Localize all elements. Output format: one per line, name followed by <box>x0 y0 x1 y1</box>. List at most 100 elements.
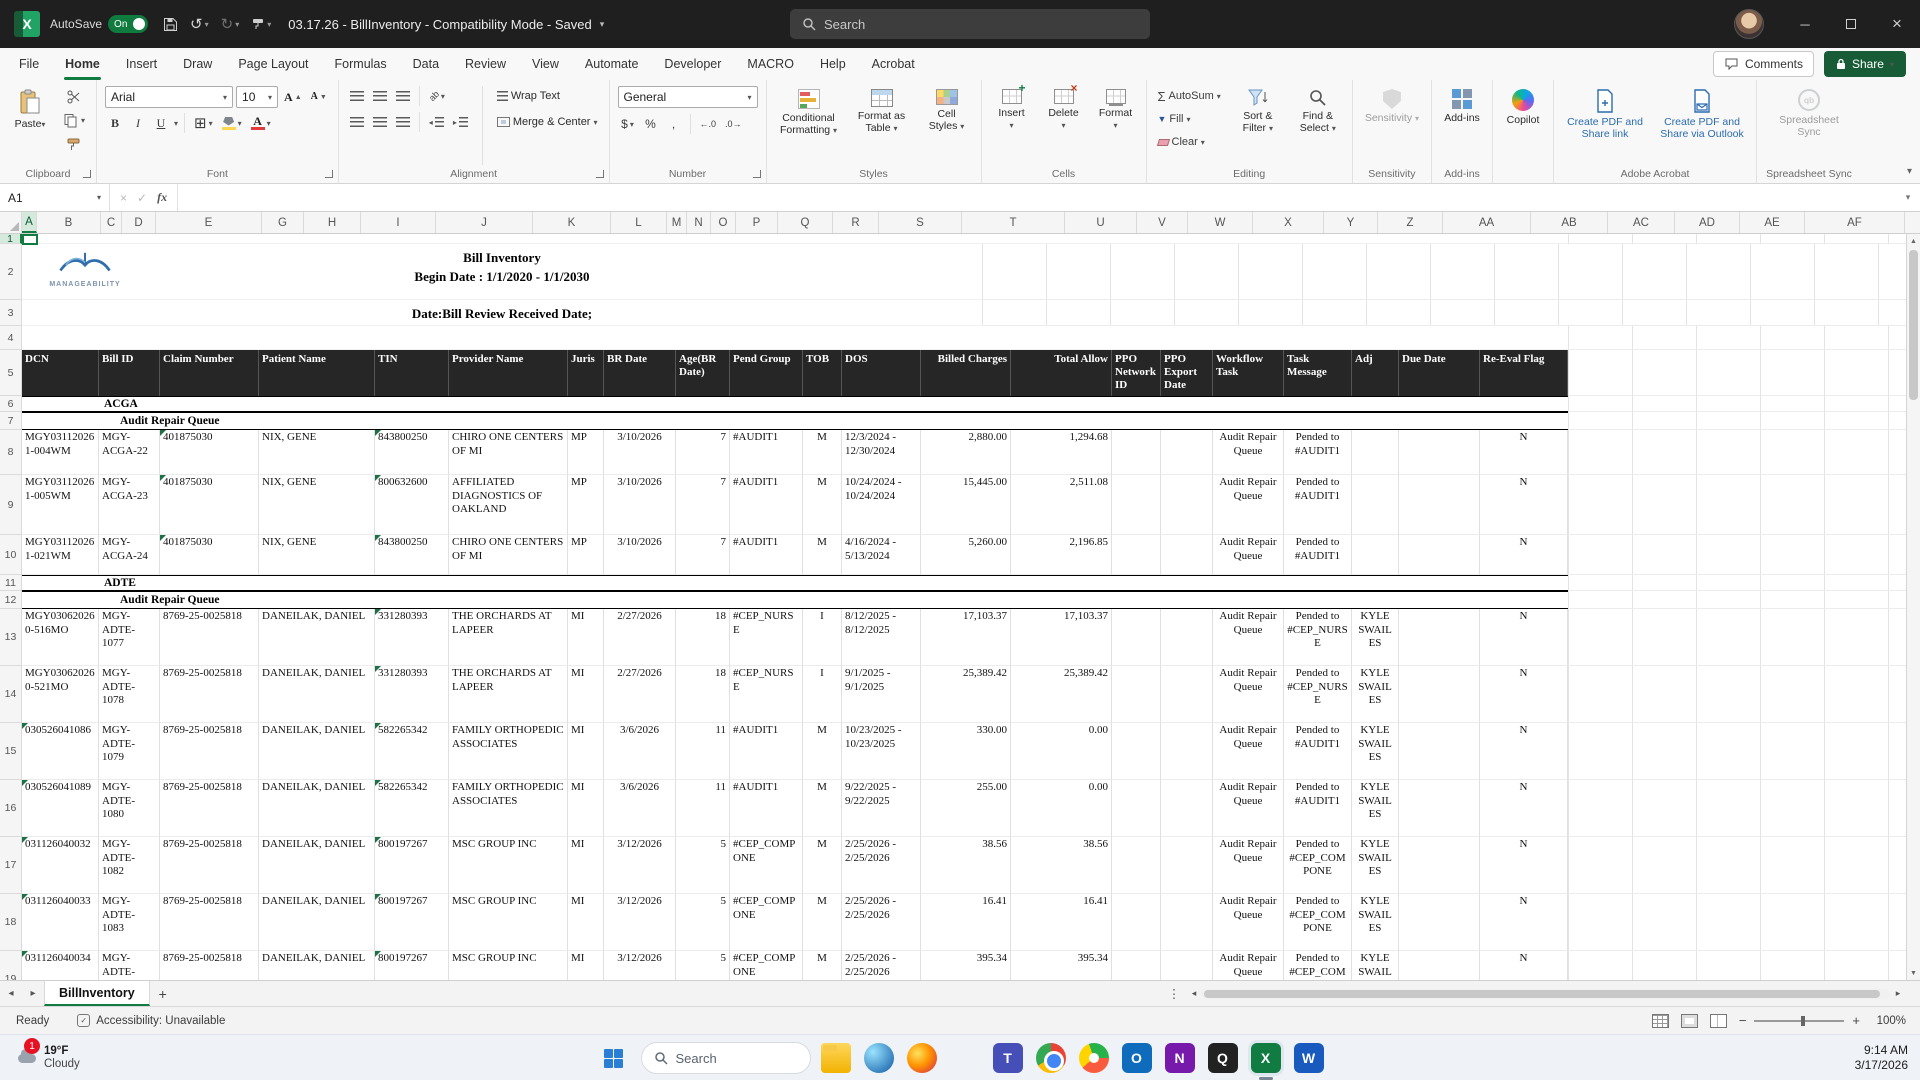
cell-billed[interactable]: 330.00 <box>921 723 1011 780</box>
cell-allow[interactable]: 395.34 <box>1011 951 1112 980</box>
redo-button[interactable]: ↻ ▾ <box>216 11 245 37</box>
cell-ppo_id[interactable] <box>1112 837 1161 894</box>
enter-formula-button[interactable]: ✓ <box>137 191 147 205</box>
decrease-font-button[interactable]: A ▼ <box>308 87 330 107</box>
cell-allow[interactable]: 38.56 <box>1011 837 1112 894</box>
cell-due[interactable] <box>1399 894 1480 951</box>
cell-tin[interactable]: 800197267 <box>375 837 449 894</box>
column-header-I[interactable]: I <box>361 212 436 233</box>
cell-task_msg[interactable]: Pended to #CEP_NURSE <box>1284 666 1352 723</box>
cell-due[interactable] <box>1399 780 1480 837</box>
fill-button[interactable]: ▼ Fill ▾ <box>1155 109 1224 129</box>
row-header-1[interactable]: 1 <box>0 234 22 245</box>
cell-dcn[interactable]: MGY031120261-021WM <box>22 535 99 575</box>
cell-allow[interactable]: 2,511.08 <box>1011 475 1112 535</box>
cell-juris[interactable]: MI <box>568 894 604 951</box>
cell-tin[interactable]: 843800250 <box>375 535 449 575</box>
header-cell-adj[interactable]: Adj <box>1352 350 1399 396</box>
scroll-right-arrow[interactable]: ▸ <box>1890 988 1906 999</box>
header-cell-reeval[interactable]: Re-Eval Flag <box>1480 350 1568 396</box>
column-header-AD[interactable]: AD <box>1675 212 1740 233</box>
cell-allow[interactable]: 17,103.37 <box>1011 609 1112 666</box>
cell-dcn[interactable]: 031126040034 <box>22 951 99 980</box>
wrap-text-button[interactable]: Wrap Text <box>494 86 601 106</box>
format-as-table-button[interactable]: Format as Table ▾ <box>851 86 913 138</box>
column-header-D[interactable]: D <box>122 212 156 233</box>
column-header-M[interactable]: M <box>667 212 687 233</box>
column-header-O[interactable]: O <box>711 212 736 233</box>
autosum-button[interactable]: Σ AutoSum ▾ <box>1155 86 1224 106</box>
tab-macro[interactable]: MACRO <box>734 48 807 80</box>
cell-ppo_date[interactable] <box>1161 894 1213 951</box>
header-cell-tob[interactable]: TOB <box>803 350 842 396</box>
cell-adj[interactable]: KYLE SWAILES <box>1352 609 1399 666</box>
cell-patient[interactable]: DANEILAK, DANIEL <box>259 951 375 980</box>
column-header-W[interactable]: W <box>1188 212 1253 233</box>
cell-ppo_date[interactable] <box>1161 951 1213 980</box>
format-painter-button[interactable] <box>60 134 88 154</box>
cell-dos[interactable]: 4/16/2024 - 5/13/2024 <box>842 535 921 575</box>
cell-claim[interactable]: 401875030 <box>160 475 259 535</box>
cell-reeval[interactable]: N <box>1480 609 1568 666</box>
find-select-button[interactable]: Find & Select ▾ <box>1292 86 1344 138</box>
row-header-10[interactable]: 10 <box>0 535 22 575</box>
cell-tin[interactable]: 331280393 <box>375 609 449 666</box>
cell-age[interactable]: 18 <box>676 609 730 666</box>
cell-claim[interactable]: 8769-25-0025818 <box>160 780 259 837</box>
cell-provider[interactable]: FAMILY ORTHOPEDIC ASSOCIATES <box>449 723 568 780</box>
cell-workflow[interactable]: Audit Repair Queue <box>1213 837 1284 894</box>
column-header-B[interactable]: B <box>37 212 101 233</box>
column-header-X[interactable]: X <box>1253 212 1324 233</box>
cell-provider[interactable]: THE ORCHARDS AT LAPEER <box>449 609 568 666</box>
cell-tin[interactable]: 582265342 <box>375 723 449 780</box>
create-pdf-share-link-button[interactable]: Create PDF and Share link <box>1562 86 1648 143</box>
cell-due[interactable] <box>1399 475 1480 535</box>
cell-task_msg[interactable]: Pended to #AUDIT1 <box>1284 535 1352 575</box>
cell-pend[interactable]: #CEP_COMPONE <box>730 894 803 951</box>
row-header-4[interactable]: 4 <box>0 326 22 350</box>
cell-workflow[interactable]: Audit Repair Queue <box>1213 723 1284 780</box>
cell-adj[interactable]: KYLE SWAILES <box>1352 666 1399 723</box>
cell-allow[interactable]: 1,294.68 <box>1011 430 1112 475</box>
cell-task_msg[interactable]: Pended to #AUDIT1 <box>1284 430 1352 475</box>
cell-bill_id[interactable]: MGY-ADTE-1078 <box>99 666 160 723</box>
quickbooks-icon[interactable] <box>1207 1043 1238 1073</box>
column-header-U[interactable]: U <box>1065 212 1137 233</box>
bold-button[interactable]: B <box>105 113 125 133</box>
cell-reeval[interactable]: N <box>1480 666 1568 723</box>
cell-ppo_id[interactable] <box>1112 951 1161 980</box>
cell-bill_id[interactable]: MGY-ADTE-1079 <box>99 723 160 780</box>
taskbar-search[interactable]: Search <box>640 1042 811 1074</box>
row-header-19[interactable]: 19 <box>0 951 22 980</box>
cell-age[interactable]: 18 <box>676 666 730 723</box>
align-left-button[interactable] <box>347 112 367 132</box>
vertical-scrollbar[interactable]: ▲ ▼ <box>1906 234 1920 980</box>
header-cell-patient[interactable]: Patient Name <box>259 350 375 396</box>
undo-button[interactable]: ↺ ▾ <box>185 11 214 37</box>
cell-age[interactable]: 11 <box>676 780 730 837</box>
cell-br_date[interactable]: 2/27/2026 <box>604 666 676 723</box>
cell-provider[interactable]: AFFILIATED DIAGNOSTICS OF OAKLAND <box>449 475 568 535</box>
increase-indent-button[interactable]: ▸ <box>450 112 471 132</box>
zoom-out-button[interactable]: − <box>1739 1013 1747 1028</box>
active-cell-a1[interactable] <box>22 234 38 245</box>
collapse-ribbon-button[interactable]: ▾ <box>1907 166 1912 177</box>
cell-provider[interactable]: MSC GROUP INC <box>449 894 568 951</box>
column-header-A[interactable]: A <box>22 212 37 233</box>
cell-claim[interactable]: 401875030 <box>160 430 259 475</box>
cell-claim[interactable]: 8769-25-0025818 <box>160 837 259 894</box>
cell-due[interactable] <box>1399 837 1480 894</box>
cell-dos[interactable]: 9/1/2025 - 9/1/2025 <box>842 666 921 723</box>
percent-button[interactable]: % <box>641 114 661 134</box>
format-painter-quick-button[interactable]: ▾ <box>246 13 276 35</box>
cell-provider[interactable]: MSC GROUP INC <box>449 837 568 894</box>
cell-age[interactable]: 7 <box>676 475 730 535</box>
tab-review[interactable]: Review <box>452 48 519 80</box>
cell-bill_id[interactable]: MGY-ACGA-22 <box>99 430 160 475</box>
cell-due[interactable] <box>1399 951 1480 980</box>
expand-formula-bar-button[interactable]: ▾ <box>1896 184 1920 211</box>
cell-patient[interactable]: DANEILAK, DANIEL <box>259 837 375 894</box>
header-cell-tin[interactable]: TIN <box>375 350 449 396</box>
cell-bill_id[interactable]: MGY-ADTE-1083 <box>99 894 160 951</box>
font-color-button[interactable]: A ▾ <box>248 113 274 133</box>
